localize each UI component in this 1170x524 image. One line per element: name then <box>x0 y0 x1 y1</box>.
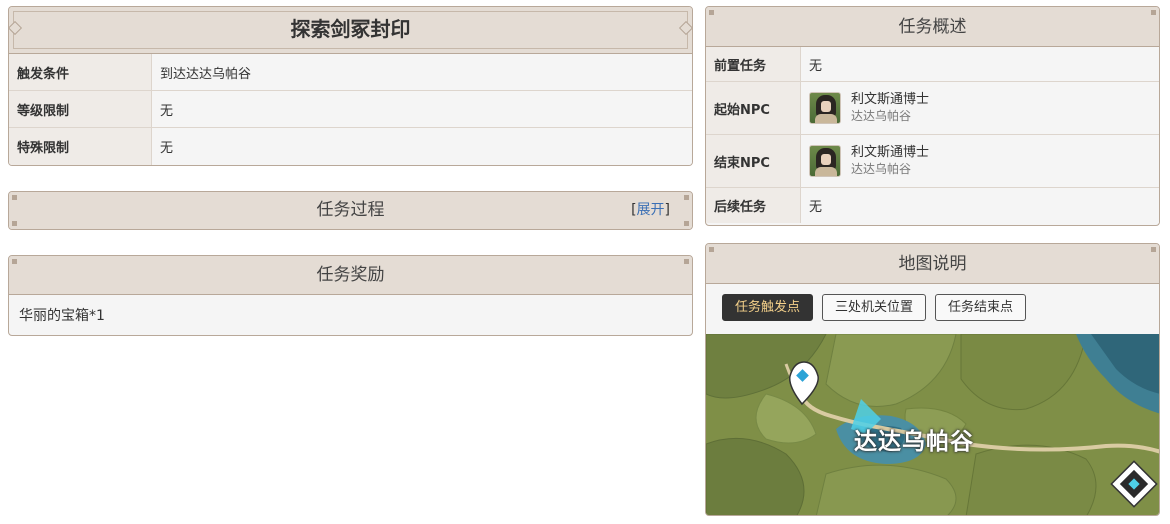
ornament-right-icon <box>678 20 692 36</box>
tab-mechanism-locations[interactable]: 三处机关位置 <box>822 294 927 321</box>
npc-location: 达达乌帕谷 <box>851 162 912 176</box>
npc-name: 利文斯通博士 <box>851 145 930 160</box>
corner-ornament <box>684 259 689 264</box>
map-panel: 地图说明 任务触发点 三处机关位置 任务结束点 达达乌帕谷 <box>705 243 1160 516</box>
reward-item: 华丽的宝箱*1 <box>19 308 105 324</box>
quest-title-header: 探索剑冢封印 <box>9 7 692 54</box>
corner-ornament <box>1151 10 1156 15</box>
row-label: 起始NPC <box>706 82 801 134</box>
corner-ornament <box>12 259 17 264</box>
map-header: 地图说明 <box>706 244 1159 284</box>
process-title: 任务过程 <box>316 200 385 220</box>
row-value: 无 <box>809 58 823 74</box>
row-label: 特殊限制 <box>9 128 152 165</box>
quest-reward-panel: 任务奖励 华丽的宝箱*1 <box>8 255 693 336</box>
tab-end-point[interactable]: 任务结束点 <box>935 294 1027 321</box>
npc-location: 达达乌帕谷 <box>851 109 912 123</box>
corner-ornament <box>684 221 689 226</box>
quest-process-panel: 任务过程 [展开] <box>8 191 693 230</box>
level-limit-row: 等级限制 无 <box>9 91 692 128</box>
row-label: 结束NPC <box>706 135 801 187</box>
map-title: 地图说明 <box>898 254 967 274</box>
row-value: 无 <box>160 141 174 156</box>
row-label: 等级限制 <box>9 91 152 127</box>
reward-title: 任务奖励 <box>316 265 385 285</box>
npc-card[interactable]: 利文斯通博士 达达乌帕谷 <box>809 91 929 125</box>
tab-trigger-point[interactable]: 任务触发点 <box>722 294 814 321</box>
row-label: 前置任务 <box>706 47 801 81</box>
row-value: 无 <box>809 200 823 215</box>
expand-link[interactable]: 展开 <box>637 202 665 218</box>
start-npc-row: 起始NPC 利文斯通博士 达达乌帕谷 <box>706 82 1159 135</box>
quest-info-panel: 探索剑冢封印 触发条件 到达达达乌帕谷 等级限制 无 特殊限制 无 <box>8 6 693 166</box>
npc-avatar <box>809 92 841 124</box>
process-header: 任务过程 [展开] <box>9 192 692 229</box>
quest-overview-panel: 任务概述 前置任务 无 起始NPC 利文斯通博士 达达乌帕谷 结束NPC 利文斯… <box>705 6 1160 226</box>
map-place-label: 达达乌帕谷 <box>854 429 974 455</box>
corner-ornament <box>12 221 17 226</box>
map-image[interactable]: 达达乌帕谷 <box>706 333 1159 515</box>
npc-avatar <box>809 145 841 177</box>
corner-ornament <box>709 247 714 252</box>
npc-card[interactable]: 利文斯通博士 达达乌帕谷 <box>809 144 929 178</box>
follow-row: 后续任务 无 <box>706 188 1159 223</box>
reward-header: 任务奖励 <box>9 256 692 295</box>
overview-header: 任务概述 <box>706 7 1159 47</box>
overview-title: 任务概述 <box>898 17 967 37</box>
end-npc-row: 结束NPC 利文斯通博士 达达乌帕谷 <box>706 135 1159 188</box>
row-value: 到达达达乌帕谷 <box>160 66 252 82</box>
trigger-row: 触发条件 到达达达乌帕谷 <box>9 54 692 91</box>
quest-title: 探索剑冢封印 <box>290 17 411 41</box>
corner-ornament <box>709 10 714 15</box>
ornament-left-icon <box>9 20 23 36</box>
prereq-row: 前置任务 无 <box>706 47 1159 82</box>
corner-ornament <box>684 195 689 200</box>
row-value: 无 <box>160 103 174 119</box>
npc-name: 利文斯通博士 <box>851 92 930 107</box>
expand-bracket-close: ] <box>664 202 670 218</box>
map-tabs: 任务触发点 三处机关位置 任务结束点 <box>706 284 1159 334</box>
corner-ornament <box>1151 247 1156 252</box>
row-label: 后续任务 <box>706 188 801 223</box>
row-label: 触发条件 <box>9 54 152 90</box>
expand-toggle: [展开] <box>631 192 670 229</box>
special-limit-row: 特殊限制 无 <box>9 128 692 165</box>
corner-ornament <box>12 195 17 200</box>
